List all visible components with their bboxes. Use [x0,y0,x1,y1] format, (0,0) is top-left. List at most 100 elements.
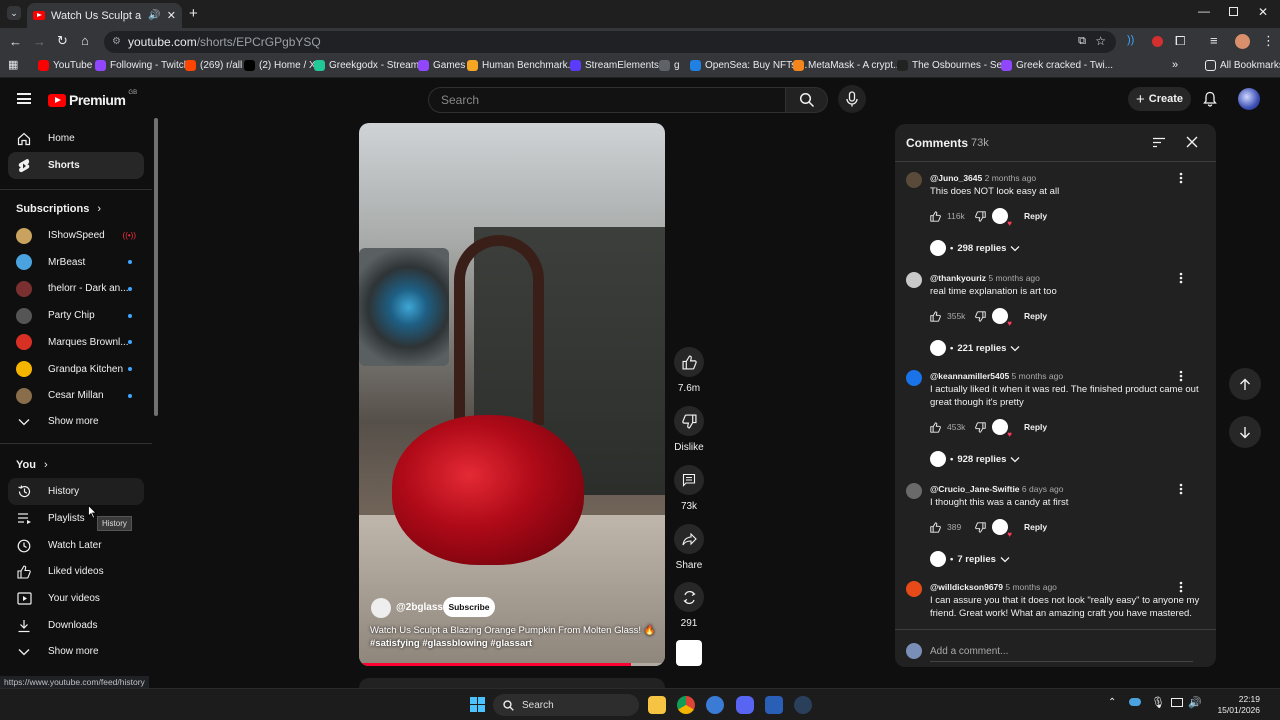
reply-button[interactable]: Reply [1024,422,1047,432]
discord-icon[interactable] [736,696,754,714]
sidebar-item-watch-later[interactable]: Watch Later [8,532,144,559]
taskbar-clock[interactable]: 22:19 15/01/2026 [1208,694,1260,716]
show-more-you[interactable]: Show more [8,638,144,665]
tab-close-icon[interactable]: ✕ [167,9,176,22]
sidebar-item-home[interactable]: Home [8,125,144,152]
voice-search-button[interactable] [838,85,866,113]
comment-more-icon[interactable] [1179,272,1191,286]
short-video-player[interactable]: @2bglass Subscribe Watch Us Sculpt a Bla… [359,123,665,666]
window-close-icon[interactable]: ✕ [1258,6,1268,18]
sidebar-item-history[interactable]: History [8,478,144,505]
bookmark-item[interactable]: Games [418,60,465,71]
tray-mic-icon[interactable]: 🎙 [1151,696,1165,709]
new-tab-icon[interactable]: + [189,6,198,21]
back-icon[interactable]: ← [9,35,22,48]
subscription-item[interactable]: Grandpa Kitchen [8,356,144,383]
reply-button[interactable]: Reply [1024,522,1047,532]
comment-like-icon[interactable] [930,521,941,533]
dislike-button[interactable]: Dislike [673,406,705,453]
commenter-avatar[interactable] [906,483,922,499]
install-app-icon[interactable]: ⧉ [1078,35,1086,48]
minimize-icon[interactable]: — [1198,5,1210,17]
hamburger-menu-icon[interactable] [17,93,31,104]
video-hashtags[interactable]: #satisfying #glassblowing #glassart [370,637,660,650]
comment-dislike-icon[interactable] [975,210,986,222]
bookmark-item[interactable]: Greekgodx - Stream... [314,60,427,71]
bookmark-item[interactable]: MetaMask - A crypt... [793,60,901,71]
tray-monitor-icon[interactable] [1171,698,1183,707]
all-bookmarks[interactable]: All Bookmarks [1205,60,1280,71]
commenter-avatar[interactable] [906,272,922,288]
bookmark-item[interactable]: (269) r/all [185,60,242,71]
sidebar-scrollbar[interactable] [154,118,158,416]
view-replies-button[interactable]: • 7 replies [930,551,1010,567]
comment-dislike-icon[interactable] [975,310,986,322]
subscription-item[interactable]: MrBeast [8,249,144,276]
extension-wave-icon[interactable]: )) [1127,35,1134,46]
search-button[interactable] [786,87,828,113]
subscribe-button[interactable]: Subscribe [443,597,495,617]
reading-list-icon[interactable]: ≡ [1210,34,1218,47]
subscription-item[interactable]: Cesar Millan [8,382,144,409]
ccleaner-icon[interactable] [706,696,724,714]
sidebar-item-shorts[interactable]: Shorts [8,152,144,179]
comment-like-icon[interactable] [930,421,941,433]
file-explorer-icon[interactable] [648,696,666,714]
sidebar-item-downloads[interactable]: Downloads [8,612,144,639]
subscription-item[interactable]: thelorr - Dark an... [8,275,144,302]
video-title[interactable]: Watch Us Sculpt a Blazing Orange Pumpkin… [370,624,660,650]
reply-button[interactable]: Reply [1024,211,1047,221]
comment-more-icon[interactable] [1179,172,1191,186]
home-icon[interactable]: ⌂ [81,34,89,47]
channel-name[interactable]: @2bglass [396,602,443,613]
subscription-item[interactable]: IShowSpeed ((•)) [8,222,144,249]
bookmark-item[interactable]: g [659,60,680,71]
youtube-premium-logo[interactable]: Premium GB [48,90,137,108]
account-avatar[interactable] [1238,88,1260,110]
comment-more-icon[interactable] [1179,483,1191,497]
search-input[interactable]: Search [428,87,786,113]
view-replies-button[interactable]: • 298 replies [930,240,1020,256]
subscription-item[interactable]: Party Chip [8,302,144,329]
sort-icon[interactable] [1152,137,1166,148]
extension-red-icon[interactable] [1152,36,1163,47]
chrome-menu-icon[interactable]: ⋮ [1262,34,1275,47]
taskbar-search[interactable]: Search [493,694,639,716]
comment-author[interactable]: @willdickson9679 5 months ago [930,582,1057,592]
profile-avatar-icon[interactable] [1235,34,1250,49]
security-shield-icon[interactable] [765,696,783,714]
bookmark-item[interactable]: OpenSea: Buy NFTs,... [690,60,807,71]
site-info-icon[interactable]: ⚙ [112,36,121,47]
show-more-subscriptions[interactable]: Show more [8,408,144,435]
comments-button[interactable]: 73k [673,465,705,512]
comment-like-icon[interactable] [930,210,941,222]
sidebar-item-liked-videos[interactable]: Liked videos [8,558,144,585]
subscriptions-heading[interactable]: Subscriptions › [16,203,101,215]
create-button[interactable]: + Create [1128,87,1191,111]
address-bar[interactable]: ⚙ youtube.com/shorts/EPCrGPgbYSQ ⧉ ☆ [104,31,1116,53]
tab-search-icon[interactable]: ⌄ [7,6,21,20]
comment-dislike-icon[interactable] [975,421,986,433]
bookmark-item[interactable]: Greek cracked - Twi... [1001,60,1113,71]
chrome-icon[interactable] [677,696,695,714]
reload-icon[interactable]: ↻ [57,34,68,47]
steam-icon[interactable] [794,696,812,714]
comment-like-icon[interactable] [930,310,941,322]
you-heading[interactable]: You › [16,459,48,471]
view-replies-button[interactable]: • 221 replies [930,340,1020,356]
reply-button[interactable]: Reply [1024,311,1047,321]
bookmark-item[interactable]: Following - Twitch [95,60,189,71]
bookmarks-overflow-icon[interactable]: » [1172,60,1178,71]
like-button[interactable]: 7.6m [673,347,705,394]
comment-author[interactable]: @keannamiller5405 5 months ago [930,371,1063,381]
notifications-bell-icon[interactable] [1203,91,1217,107]
extensions-puzzle-icon[interactable]: ⧠ [1175,34,1185,47]
comment-more-icon[interactable] [1179,370,1191,384]
channel-avatar[interactable] [371,598,391,618]
apps-grid-icon[interactable]: ▦ [8,60,18,71]
browser-tab[interactable]: Watch Us Sculpt a Blazing O 🔊 ✕ [27,3,182,28]
bookmark-item[interactable]: YouTube [38,60,92,71]
comment-author[interactable]: @Juno_3645 2 months ago [930,173,1036,183]
bookmark-star-icon[interactable]: ☆ [1095,34,1106,48]
windows-start-icon[interactable] [470,697,485,712]
